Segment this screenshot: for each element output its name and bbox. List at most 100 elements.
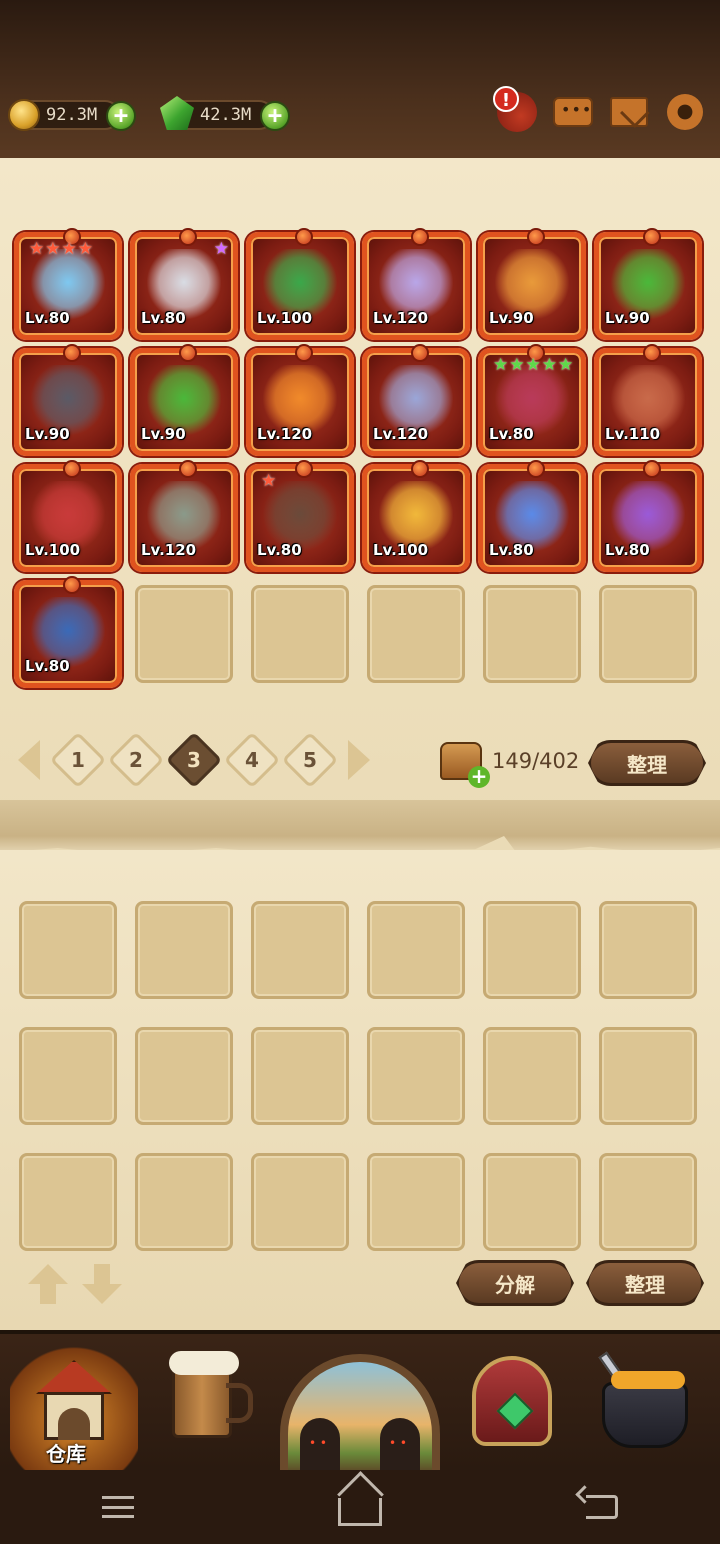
page-4[interactable]: 4: [223, 731, 281, 789]
chat-icon: [553, 97, 593, 127]
equipment-slot[interactable]: Lv.120: [130, 460, 238, 572]
star-icon: ★: [558, 355, 574, 375]
star-icon: ★: [29, 239, 45, 259]
equipment-slot[interactable]: Lv.90: [130, 344, 238, 456]
item-level: Lv.80: [25, 657, 70, 675]
pager: 1 2 3 4 5: [18, 731, 370, 789]
page-number: 3: [187, 747, 201, 772]
page-3[interactable]: 3: [165, 731, 223, 789]
equipment-slot[interactable]: Lv.90: [14, 344, 122, 456]
empty-bag-slot[interactable]: [599, 1153, 697, 1251]
portal-icon: [280, 1354, 440, 1492]
item-level: Lv.100: [25, 541, 81, 559]
empty-bag-slot[interactable]: [19, 1027, 117, 1125]
bag-grid: [14, 896, 706, 1256]
top-bar: 92.3M + 42.3M + !: [0, 0, 720, 160]
system-nav-bar: [0, 1470, 720, 1544]
equipment-slot[interactable]: Lv.120: [246, 344, 354, 456]
empty-bag-slot[interactable]: [483, 901, 581, 999]
empty-equipment-slot[interactable]: [483, 585, 581, 683]
nav-smith[interactable]: [586, 1342, 706, 1470]
equipment-slot[interactable]: Lv.90: [478, 228, 586, 340]
chat-button[interactable]: [552, 92, 594, 132]
equipment-slot[interactable]: Lv.100: [14, 460, 122, 572]
nav-warehouse[interactable]: 仓库: [10, 1342, 138, 1470]
empty-bag-slot[interactable]: [483, 1153, 581, 1251]
item-level: Lv.100: [373, 541, 429, 559]
next-page-arrow-icon[interactable]: [348, 740, 370, 780]
empty-bag-slot[interactable]: [135, 1027, 233, 1125]
back-icon[interactable]: [586, 1495, 618, 1519]
expand-bag-chest-icon[interactable]: [440, 742, 490, 788]
empty-equipment-slot[interactable]: [367, 585, 465, 683]
empty-bag-slot[interactable]: [251, 1027, 349, 1125]
menu-icon[interactable]: [102, 1496, 134, 1518]
page-1[interactable]: 1: [49, 731, 107, 789]
empty-bag-slot[interactable]: [367, 901, 465, 999]
scroll-down-arrow-icon[interactable]: [82, 1264, 122, 1304]
equipment-slot[interactable]: Lv.80: [478, 460, 586, 572]
item-level: Lv.110: [605, 425, 661, 443]
prev-page-arrow-icon[interactable]: [18, 740, 40, 780]
item-level: Lv.120: [257, 425, 313, 443]
equipment-slot[interactable]: Lv.120: [362, 344, 470, 456]
nav-tavern[interactable]: [150, 1342, 270, 1470]
equipment-slot[interactable]: ★ Lv.80: [246, 460, 354, 572]
equipment-slot[interactable]: Lv.100: [362, 460, 470, 572]
item-level: Lv.80: [141, 309, 186, 327]
equipment-slot[interactable]: ★ ★ ★ ★ ★ Lv.80: [478, 344, 586, 456]
empty-bag-slot[interactable]: [367, 1027, 465, 1125]
gold-resource: 92.3M +: [8, 98, 136, 132]
item-level: Lv.80: [489, 425, 534, 443]
empty-bag-slot[interactable]: [19, 1153, 117, 1251]
star-icon: ★: [509, 355, 525, 375]
home-icon[interactable]: [338, 1498, 382, 1526]
star-icon: ★: [77, 239, 93, 259]
nav-portal[interactable]: [276, 1334, 444, 1492]
empty-equipment-slot[interactable]: [599, 585, 697, 683]
empty-bag-slot[interactable]: [483, 1027, 581, 1125]
add-gem-button[interactable]: +: [260, 101, 290, 131]
empty-bag-slot[interactable]: [135, 901, 233, 999]
equipment-slot[interactable]: Lv.80: [14, 576, 122, 688]
equipment-slot[interactable]: Lv.110: [594, 344, 702, 456]
equipment-slot[interactable]: Lv.120: [362, 228, 470, 340]
warehouse-icon: [36, 1360, 112, 1440]
empty-equipment-slot[interactable]: [251, 585, 349, 683]
equipment-slot[interactable]: Lv.100: [246, 228, 354, 340]
mail-button[interactable]: [608, 92, 650, 132]
nav-forge[interactable]: [452, 1342, 572, 1470]
equipment-slot[interactable]: ★ ★ ★ ★ Lv.80: [14, 228, 122, 340]
empty-bag-slot[interactable]: [251, 1153, 349, 1251]
item-level: Lv.120: [141, 541, 197, 559]
alert-button[interactable]: !: [493, 86, 538, 132]
gear-icon: [667, 94, 703, 130]
disassemble-button[interactable]: 分解: [456, 1260, 574, 1306]
item-level: Lv.120: [373, 309, 429, 327]
star-rating: ★ ★ ★ ★ ★: [493, 357, 573, 374]
equipment-slot[interactable]: ★ Lv.80: [130, 228, 238, 340]
empty-equipment-slot[interactable]: [135, 585, 233, 683]
item-level: Lv.80: [605, 541, 650, 559]
empty-bag-slot[interactable]: [19, 901, 117, 999]
equipment-slot[interactable]: Lv.80: [594, 460, 702, 572]
item-level: Lv.90: [141, 425, 186, 443]
empty-bag-slot[interactable]: [599, 901, 697, 999]
page-2[interactable]: 2: [107, 731, 165, 789]
item-level: Lv.90: [25, 425, 70, 443]
page-5[interactable]: 5: [281, 731, 339, 789]
empty-bag-slot[interactable]: [367, 1153, 465, 1251]
sort-button-top[interactable]: 整理: [588, 740, 706, 786]
empty-bag-slot[interactable]: [599, 1027, 697, 1125]
empty-bag-slot[interactable]: [135, 1153, 233, 1251]
bottom-nav: 仓库: [0, 1330, 720, 1492]
scroll-arrows: [28, 1264, 122, 1304]
empty-bag-slot[interactable]: [251, 901, 349, 999]
settings-button[interactable]: [664, 92, 706, 132]
add-gold-button[interactable]: +: [106, 101, 136, 131]
sort-button-bottom[interactable]: 整理: [586, 1260, 704, 1306]
star-icon: ★: [45, 239, 61, 259]
scroll-up-arrow-icon[interactable]: [28, 1264, 68, 1304]
equipment-slot[interactable]: Lv.90: [594, 228, 702, 340]
top-icons: !: [493, 86, 706, 132]
